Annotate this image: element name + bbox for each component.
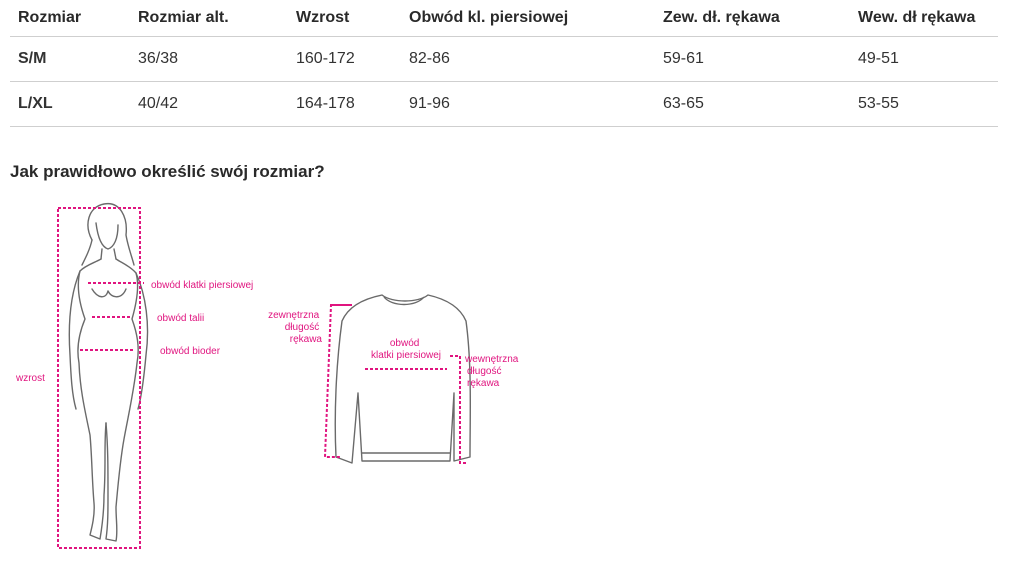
cell-inner-sleeve: 49-51 — [850, 36, 998, 82]
header-outer-sleeve: Zew. dł. rękawa — [655, 0, 850, 37]
cell-height: 164-178 — [288, 81, 401, 127]
header-size: Rozmiar — [10, 0, 130, 37]
waist-label: obwód talii — [157, 313, 204, 324]
cell-chest: 82-86 — [401, 36, 655, 82]
cell-height: 160-172 — [288, 36, 401, 82]
header-alt-size: Rozmiar alt. — [130, 0, 288, 37]
chest-label: obwód klatki piersiowej — [151, 280, 253, 291]
outer-sleeve-line — [323, 304, 352, 458]
guide-heading: Jak prawidłowo określić swój rozmiar? — [10, 162, 325, 181]
table-row: S/M 36/38 160-172 82-86 59-61 49-51 — [10, 36, 998, 82]
outer-sleeve-label: zewnętrzna długość rękawa — [268, 310, 322, 345]
table-row: L/XL 40/42 164-178 91-96 63-65 53-55 — [10, 81, 998, 127]
shirt-figure — [334, 294, 472, 464]
cell-chest: 91-96 — [401, 81, 655, 127]
size-table: Rozmiar Rozmiar alt. Wzrost Obwód kl. pi… — [10, 0, 998, 127]
measurement-illustration: obwód klatki piersiowej obwód talii obwó… — [15, 203, 521, 549]
height-label: wzrost — [15, 373, 45, 384]
cell-inner-sleeve: 53-55 — [850, 81, 998, 127]
cell-size: S/M — [10, 36, 130, 82]
height-line — [57, 207, 141, 549]
cell-outer-sleeve: 63-65 — [655, 81, 850, 127]
cell-size: L/XL — [10, 81, 130, 127]
shirt-measurement-lines — [323, 304, 466, 464]
table-header-row: Rozmiar Rozmiar alt. Wzrost Obwód kl. pi… — [10, 0, 998, 37]
body-figure — [68, 203, 149, 542]
hips-label: obwód bioder — [160, 346, 221, 357]
header-height: Wzrost — [288, 0, 401, 37]
header-chest: Obwód kl. piersiowej — [401, 0, 655, 37]
shirt-chest-label: obwód klatki piersiowej — [371, 338, 441, 361]
inner-sleeve-label: wewnętrzna długość rękawa — [464, 354, 521, 389]
cell-outer-sleeve: 59-61 — [655, 36, 850, 82]
header-inner-sleeve: Wew. dł rękawa — [850, 0, 998, 37]
cell-alt-size: 40/42 — [130, 81, 288, 127]
cell-alt-size: 36/38 — [130, 36, 288, 82]
